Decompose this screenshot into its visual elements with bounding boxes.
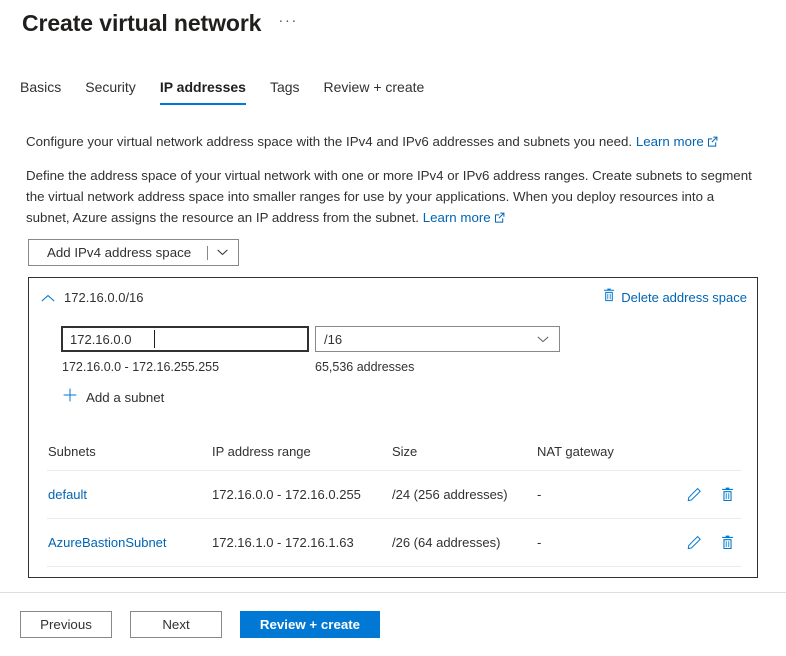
- subnet-mask-value: /16: [324, 331, 343, 347]
- page-title: Create virtual network: [22, 10, 262, 36]
- chevron-up-icon[interactable]: [41, 290, 55, 302]
- delete-address-space-label: Delete address space: [621, 289, 747, 305]
- text-cursor: [154, 330, 155, 348]
- subnet-name-cell: AzureBastionSubnet: [47, 535, 212, 550]
- add-a-subnet-label: Add a subnet: [86, 389, 165, 405]
- tab-security[interactable]: Security: [73, 78, 148, 105]
- tab-tags[interactable]: Tags: [258, 78, 312, 105]
- address-space-label: 172.16.0.0/16: [64, 290, 144, 305]
- ip-address-input[interactable]: [61, 326, 309, 352]
- subnet-range-cell: 172.16.0.0 - 172.16.0.255: [212, 487, 361, 502]
- external-link-icon: [707, 132, 718, 147]
- next-button[interactable]: Next: [130, 611, 222, 638]
- delete-address-space-button[interactable]: Delete address space: [603, 288, 747, 307]
- address-count-hint: 65,536 addresses: [315, 360, 415, 374]
- subnet-range-cell: 172.16.1.0 - 172.16.1.63: [212, 535, 354, 550]
- subnet-nat-gateway-cell: -: [537, 535, 542, 550]
- description-1-text: Configure your virtual network address s…: [26, 134, 633, 149]
- subnet-name-cell: default: [47, 487, 212, 502]
- create-virtual-network-page: Create virtual network ··· Basics Securi…: [0, 0, 786, 656]
- footer-divider: [0, 592, 786, 593]
- address-space-card: 172.16.0.0/16 Delete address space /16 1…: [28, 277, 758, 578]
- subnet-link-azurebastionsubnet[interactable]: AzureBastionSubnet: [48, 535, 167, 550]
- description-paragraph-2: Define the address space of your virtual…: [26, 165, 761, 228]
- learn-more-link-1[interactable]: Learn more: [636, 134, 704, 149]
- column-header-subnets: Subnets: [48, 444, 96, 459]
- trash-icon: [603, 288, 615, 307]
- page-header: Create virtual network ···: [22, 8, 301, 38]
- address-range-hint: 172.16.0.0 - 172.16.255.255: [62, 360, 220, 374]
- table-row: default 172.16.0.0 - 172.16.0.255 /24 (2…: [47, 470, 741, 518]
- learn-more-link-2[interactable]: Learn more: [423, 210, 491, 225]
- subnet-nat-gateway-cell: -: [537, 487, 542, 502]
- footer-actions: Previous Next Review + create: [20, 611, 380, 638]
- pencil-icon[interactable]: [685, 534, 703, 552]
- learn-more-2-label: Learn more: [422, 210, 491, 225]
- pencil-icon[interactable]: [685, 486, 703, 504]
- table-header-row: Subnets IP address range Size NAT gatewa…: [47, 433, 741, 470]
- add-a-subnet-button[interactable]: Add a subnet: [63, 388, 164, 407]
- add-ipv4-address-space-button[interactable]: Add IPv4 address space: [28, 239, 240, 266]
- learn-more-1-label: Learn more: [635, 134, 704, 149]
- subnet-size-cell: /26 (64 addresses): [392, 535, 501, 550]
- subnet-link-default[interactable]: default: [48, 487, 87, 502]
- external-link-icon: [494, 208, 505, 223]
- review-create-button[interactable]: Review + create: [240, 611, 380, 638]
- tab-ip-addresses[interactable]: IP addresses: [148, 78, 258, 105]
- table-row: AzureBastionSubnet 172.16.1.0 - 172.16.1…: [47, 518, 741, 566]
- tab-review-create[interactable]: Review + create: [312, 78, 437, 105]
- chevron-down-icon[interactable]: [208, 249, 238, 256]
- trash-icon[interactable]: [718, 534, 736, 552]
- subnets-table: Subnets IP address range Size NAT gatewa…: [47, 433, 741, 566]
- subnet-actions-cell: [672, 486, 741, 504]
- subnet-mask-select[interactable]: /16: [315, 326, 560, 352]
- column-header-size: Size: [392, 444, 418, 459]
- description-2-text: Define the address space of your virtual…: [26, 168, 752, 225]
- table-bottom-divider: [47, 566, 741, 567]
- tab-bar: Basics Security IP addresses Tags Review…: [20, 78, 436, 105]
- add-ipv4-address-space-label: Add IPv4 address space: [47, 245, 192, 260]
- chevron-down-icon[interactable]: [537, 336, 559, 343]
- previous-button[interactable]: Previous: [20, 611, 112, 638]
- column-header-nat-gateway: NAT gateway: [537, 444, 614, 459]
- subnet-size-cell: /24 (256 addresses): [392, 487, 508, 502]
- tab-basics[interactable]: Basics: [20, 78, 73, 105]
- plus-icon: [63, 388, 77, 407]
- more-options-icon[interactable]: ···: [275, 10, 301, 37]
- trash-icon[interactable]: [718, 486, 736, 504]
- column-header-ip-address-range: IP address range: [212, 444, 311, 459]
- description-paragraph-1: Configure your virtual network address s…: [26, 131, 766, 152]
- subnet-actions-cell: [672, 534, 741, 552]
